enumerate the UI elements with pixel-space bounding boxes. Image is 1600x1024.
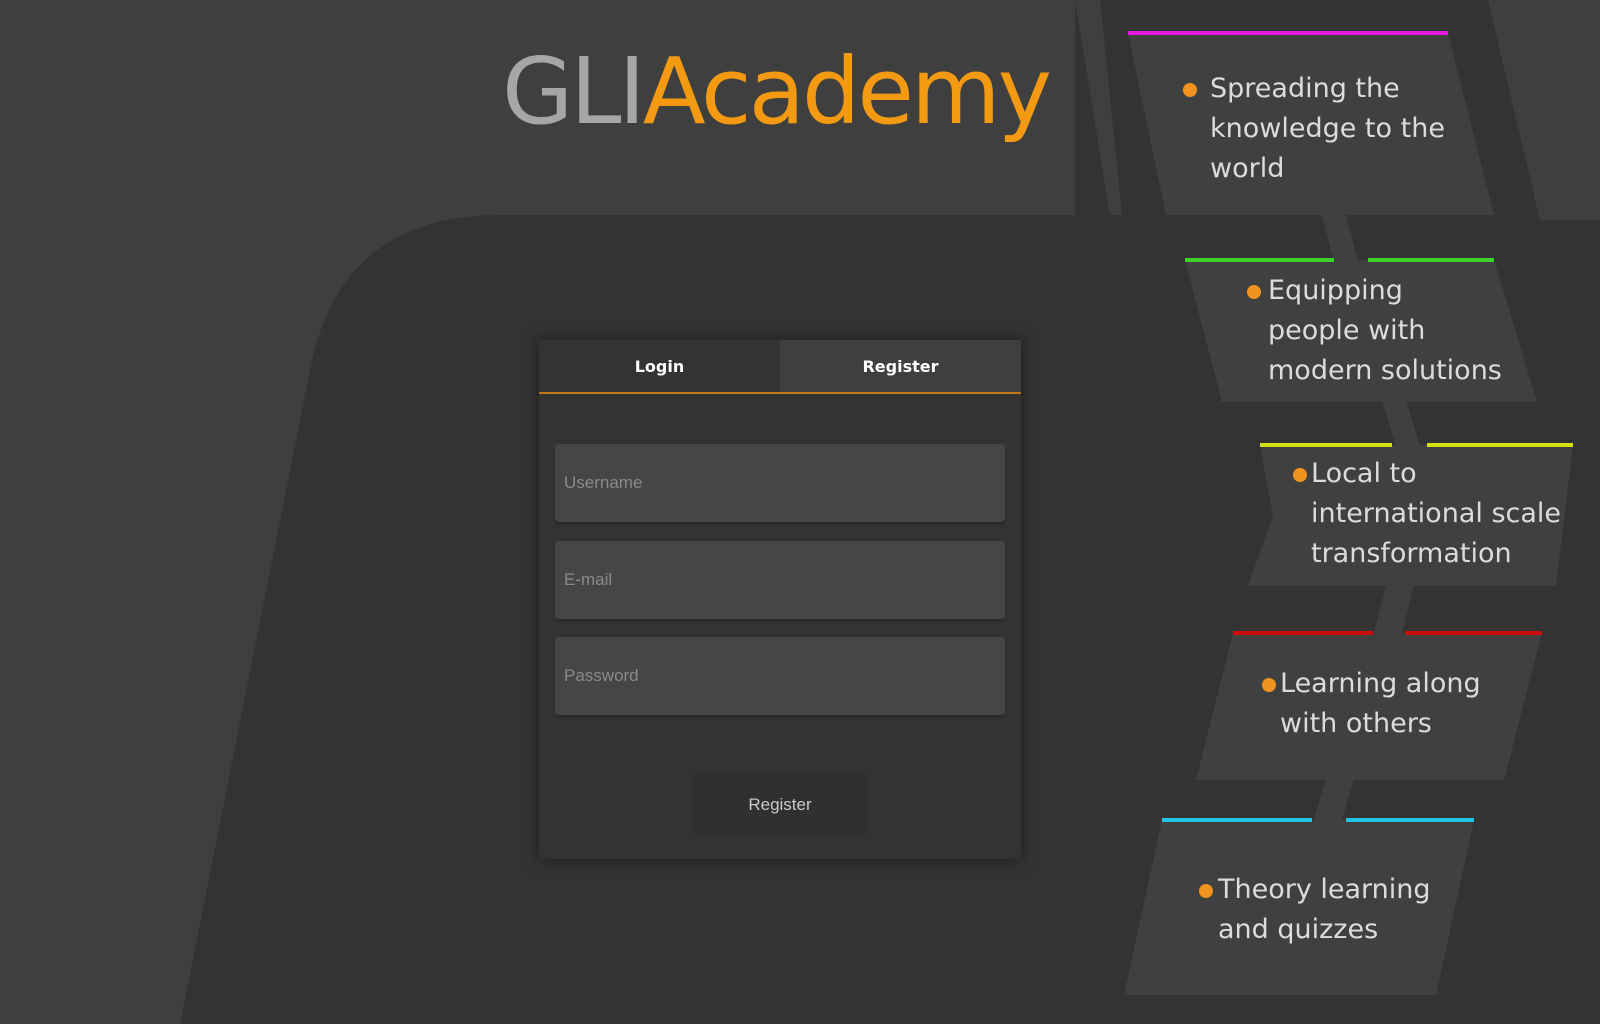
feature-1-line-1: Spreading the xyxy=(1210,73,1400,104)
password-input[interactable] xyxy=(555,637,1005,715)
feature-1-line-2: knowledge to the xyxy=(1210,113,1445,144)
feature-item-1: Spreading the knowledge to the world xyxy=(1182,69,1445,189)
bullet-icon xyxy=(1293,468,1307,482)
logo-gli: GLI xyxy=(502,38,646,145)
bullet-icon xyxy=(1199,884,1213,898)
username-input[interactable] xyxy=(555,444,1005,522)
feature-2-line-3: modern solutions xyxy=(1268,355,1502,386)
feature-4-line-2: with others xyxy=(1280,708,1432,739)
logo-academy: Academy xyxy=(642,38,1052,145)
feature-2-line-1: Equipping xyxy=(1268,275,1403,306)
feature-item-4: Learning along with others xyxy=(1261,664,1481,744)
bullet-icon xyxy=(1262,678,1276,692)
bullet-icon xyxy=(1183,83,1197,97)
feature-3-line-3: transformation xyxy=(1311,538,1512,569)
auth-card: Login Register Register xyxy=(539,340,1021,859)
feature-5-line-2: and quizzes xyxy=(1218,914,1379,945)
feature-5-line-1: Theory learning xyxy=(1218,874,1431,905)
bullet-icon xyxy=(1247,285,1261,299)
feature-1-line-3: world xyxy=(1210,153,1285,184)
auth-tabs: Login Register xyxy=(539,340,1021,394)
site-logo: GLIAcademy xyxy=(502,46,1052,138)
register-button[interactable]: Register xyxy=(691,773,869,837)
feature-item-5: Theory learning and quizzes xyxy=(1198,870,1431,950)
feature-2-line-2: people with xyxy=(1268,315,1426,346)
feature-3-line-1: Local to xyxy=(1311,458,1417,489)
feature-item-3: Local to international scale transformat… xyxy=(1292,454,1561,574)
tab-login[interactable]: Login xyxy=(539,340,780,392)
tab-register[interactable]: Register xyxy=(780,340,1021,392)
feature-item-2: Equipping people with modern solutions xyxy=(1246,271,1502,391)
feature-3-line-2: international scale xyxy=(1311,498,1562,529)
page: GLIAcademy Login Register Register Sprea… xyxy=(0,0,1600,1024)
email-input[interactable] xyxy=(555,541,1005,619)
feature-4-line-1: Learning along xyxy=(1280,668,1481,699)
